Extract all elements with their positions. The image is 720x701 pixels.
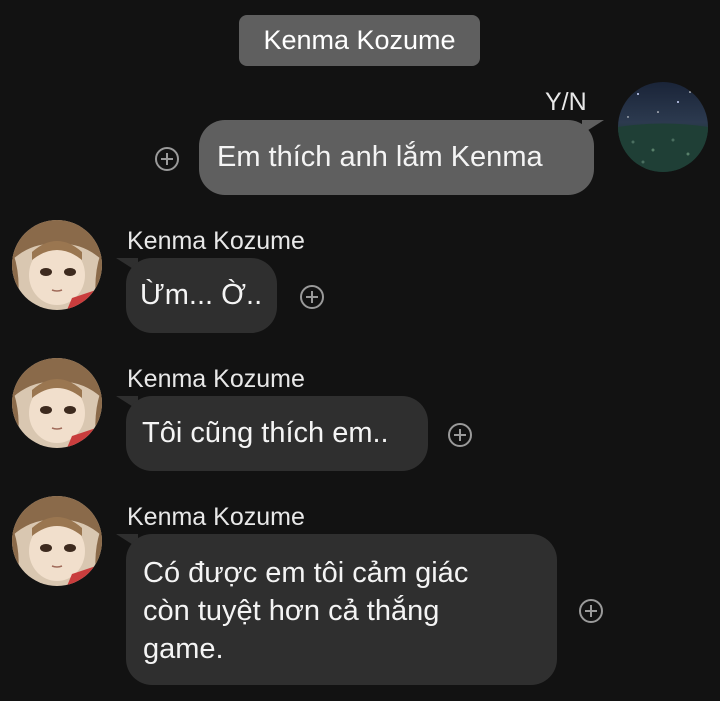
message-text: Em thích anh lắm Kenma [217, 141, 543, 173]
kenma-avatar-icon[interactable] [12, 220, 102, 310]
message-text: Tôi cũng thích em.. [142, 417, 389, 449]
kenma-avatar-icon[interactable] [12, 358, 102, 448]
sender-name-kenma: Kenma Kozume [127, 227, 305, 255]
starry-sky-avatar-icon[interactable] [618, 82, 708, 172]
bubble-tail [582, 120, 604, 134]
plus-circle-icon[interactable] [579, 599, 603, 623]
message-line: Có được em tôi cảm giác [143, 557, 469, 589]
sender-name-kenma: Kenma Kozume [127, 503, 305, 531]
chat-title-text: Kenma Kozume [263, 25, 456, 55]
kenma-avatar-icon[interactable] [12, 496, 102, 586]
message-bubble-incoming[interactable]: Tôi cũng thích em.. [126, 396, 428, 471]
sender-name-kenma: Kenma Kozume [127, 365, 305, 393]
message-line: game. [143, 633, 224, 665]
message-line: còn tuyệt hơn cả thắng [143, 595, 440, 627]
message-bubble-incoming[interactable]: Ừm... Ờ.. [126, 258, 277, 333]
message-bubble-outgoing[interactable]: Em thích anh lắm Kenma [199, 120, 594, 195]
plus-circle-icon[interactable] [448, 423, 472, 447]
message-text: Ừm... Ờ.. [140, 279, 263, 311]
sender-name-yn: Y/N [545, 88, 587, 116]
chat-title[interactable]: Kenma Kozume [239, 15, 480, 66]
plus-circle-icon[interactable] [300, 285, 324, 309]
plus-circle-icon[interactable] [155, 147, 179, 171]
message-bubble-incoming[interactable]: Có được em tôi cảm giác còn tuyệt hơn cả… [126, 534, 557, 685]
